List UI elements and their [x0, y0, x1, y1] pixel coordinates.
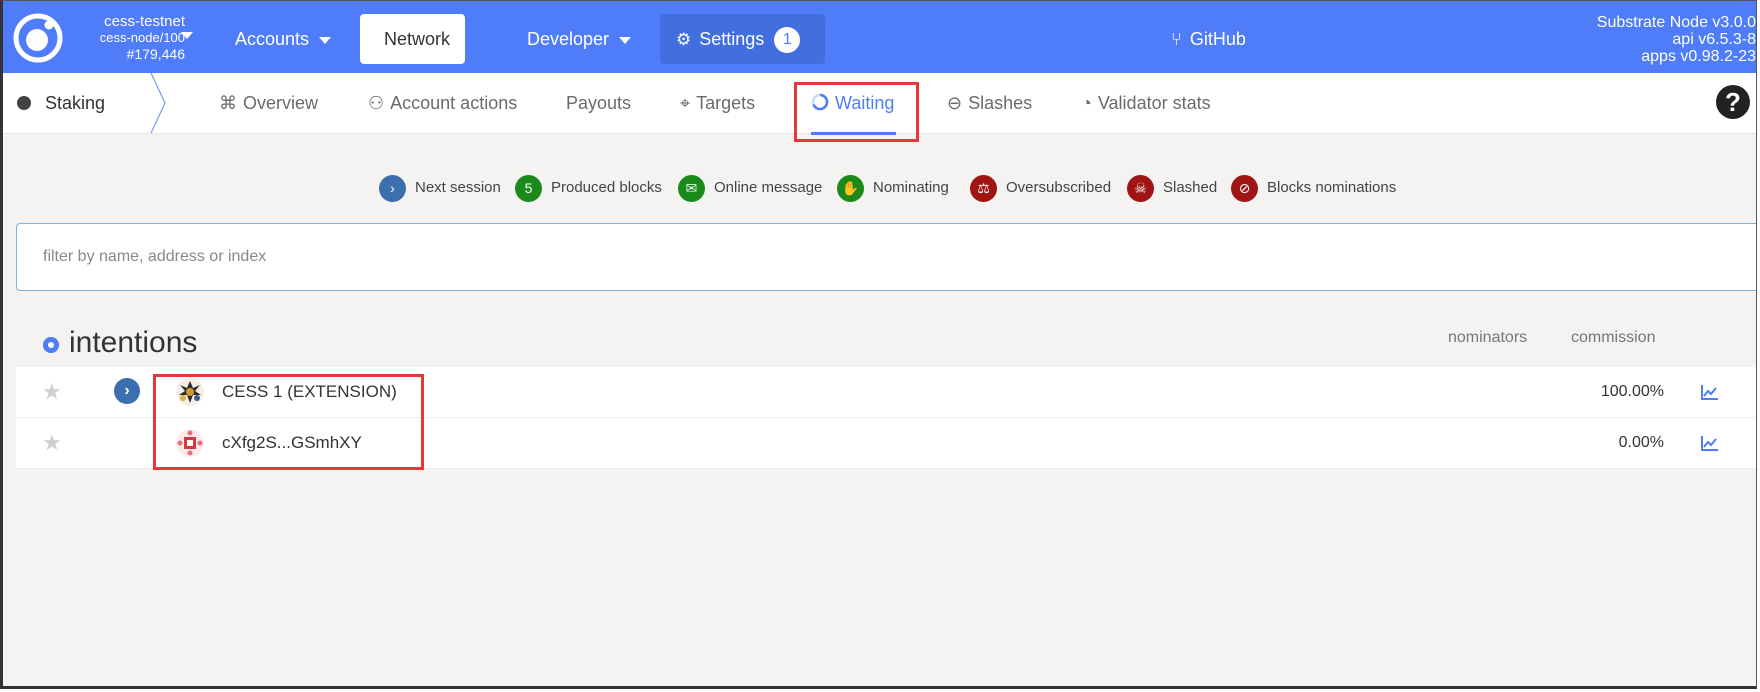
- chart-circle-icon: ◔: [1081, 93, 1092, 113]
- node-version: Substrate Node v3.0.0: [1596, 14, 1756, 31]
- section-title: Staking: [17, 73, 105, 133]
- chevron-down-icon: [319, 36, 332, 44]
- nav-accounts[interactable]: Accounts: [211, 14, 355, 64]
- block-number: #179,446: [126, 46, 185, 62]
- column-commission: commission: [1571, 329, 1656, 346]
- tab-overview-label: Overview: [243, 93, 319, 113]
- code-branch-icon: ⑂: [1171, 29, 1182, 49]
- api-version: api v6.5.3-8: [1672, 31, 1756, 48]
- expand-chevron-icon[interactable]: ›: [114, 378, 140, 404]
- chain-name: cess-testnet: [104, 13, 185, 30]
- tab-targets[interactable]: ⌖ Targets: [680, 73, 755, 133]
- polkadot-logo-icon[interactable]: [13, 13, 63, 63]
- apps-version: apps v0.98.2-23: [1641, 48, 1756, 65]
- chain-selector[interactable]: cess-testnet cess-node/100 #179,446: [75, 13, 185, 63]
- chevron-right-icon: ›: [379, 174, 406, 202]
- nav-settings-label: Settings: [699, 29, 765, 49]
- skull-icon: ☠: [1127, 174, 1154, 202]
- legend-produced-blocks-label: Produced blocks: [551, 179, 662, 196]
- hand-icon: ✋: [837, 174, 864, 202]
- tab-payouts[interactable]: Payouts: [566, 73, 631, 133]
- legend-online-message-label: Online message: [714, 179, 823, 196]
- user-cog-icon: ⚇: [368, 93, 385, 113]
- nav-network-label: Network: [384, 29, 451, 49]
- intentions-status-icon: [43, 337, 59, 353]
- tab-targets-label: Targets: [696, 93, 756, 113]
- legend-oversubscribed: ⚖ Oversubscribed: [970, 173, 1111, 203]
- github-label: GitHub: [1189, 29, 1246, 49]
- legend-slashed: ☠ Slashed: [1127, 173, 1217, 203]
- tab-overview[interactable]: ⌘ Overview: [219, 73, 318, 133]
- star-icon[interactable]: ★: [42, 379, 62, 405]
- legend-blocks-nominations-label: Blocks nominations: [1267, 179, 1397, 196]
- nav-developer-label: Developer: [527, 29, 610, 49]
- tab-slashes[interactable]: ⊖ Slashes: [947, 73, 1032, 133]
- grid-icon: ⌘: [219, 93, 237, 113]
- help-icon[interactable]: ?: [1716, 85, 1750, 119]
- github-link[interactable]: ⑂ GitHub: [1171, 14, 1246, 64]
- legend-nominating: ✋ Nominating: [837, 173, 949, 203]
- legend-oversubscribed-label: Oversubscribed: [1006, 179, 1112, 196]
- legend-online-message: ✉ Online message: [678, 173, 822, 203]
- column-nominators: nominators: [1448, 329, 1528, 346]
- breadcrumb-chevron-icon: [150, 73, 166, 133]
- tab-account-actions[interactable]: ⚇ Account actions: [368, 73, 517, 133]
- section-title-label: Staking: [45, 93, 106, 113]
- top-navbar: cess-testnet cess-node/100 #179,446 Acco…: [3, 1, 1756, 94]
- legend-blocks-nominations: ⊘ Blocks nominations: [1231, 173, 1396, 203]
- legend-slashed-label: Slashed: [1163, 179, 1218, 196]
- nav-developer[interactable]: Developer: [503, 14, 655, 64]
- nav-settings[interactable]: ⚙ Settings 1: [660, 14, 825, 64]
- legend-next-session: › Next session: [379, 173, 501, 203]
- produced-blocks-count: 5: [515, 174, 542, 202]
- chart-line-icon[interactable]: [1700, 433, 1720, 453]
- chart-line-icon[interactable]: [1700, 382, 1720, 402]
- legend-produced-blocks: 5 Produced blocks: [515, 173, 662, 203]
- highlight-box-waiting-tab: [794, 82, 919, 142]
- staking-icon: [17, 96, 31, 110]
- chevron-down-icon[interactable]: [181, 32, 193, 39]
- tab-account-actions-label: Account actions: [390, 93, 518, 113]
- star-icon[interactable]: ★: [42, 430, 62, 456]
- balance-scale-icon: ⚖: [970, 174, 997, 202]
- highlight-box-accounts: [153, 374, 424, 470]
- nav-network[interactable]: Network: [360, 14, 465, 94]
- tab-validator-stats-label: Validator stats: [1097, 93, 1211, 113]
- tab-slashes-label: Slashes: [968, 93, 1033, 113]
- commission-value: 100.00%: [1600, 383, 1664, 400]
- app-window: cess-testnet cess-node/100 #179,446 Acco…: [0, 0, 1757, 689]
- tab-validator-stats[interactable]: ◔ Validator stats: [1081, 73, 1211, 133]
- node-info: Substrate Node v3.0.0 api v6.5.3-8 apps …: [1597, 14, 1756, 65]
- intentions-title: intentions: [69, 326, 198, 359]
- nav-accounts-label: Accounts: [235, 29, 310, 49]
- node-name: cess-node/100: [99, 30, 185, 45]
- settings-badge: 1: [774, 27, 801, 54]
- legend: › Next session 5 Produced blocks ✉ Online m…: [3, 173, 1756, 203]
- crosshairs-icon: ⌖: [680, 93, 691, 113]
- legend-nominating-label: Nominating: [873, 179, 949, 196]
- tab-payouts-label: Payouts: [566, 93, 632, 113]
- minus-circle-icon: ⊖: [947, 93, 963, 113]
- chevron-down-icon: [619, 36, 632, 44]
- commission-value: 0.00%: [1618, 434, 1664, 451]
- envelope-icon: ✉: [678, 174, 705, 202]
- legend-next-session-label: Next session: [415, 179, 501, 196]
- filter-input[interactable]: [16, 223, 1756, 291]
- user-slash-icon: ⊘: [1231, 174, 1258, 202]
- gears-icon: ⚙: [676, 30, 692, 49]
